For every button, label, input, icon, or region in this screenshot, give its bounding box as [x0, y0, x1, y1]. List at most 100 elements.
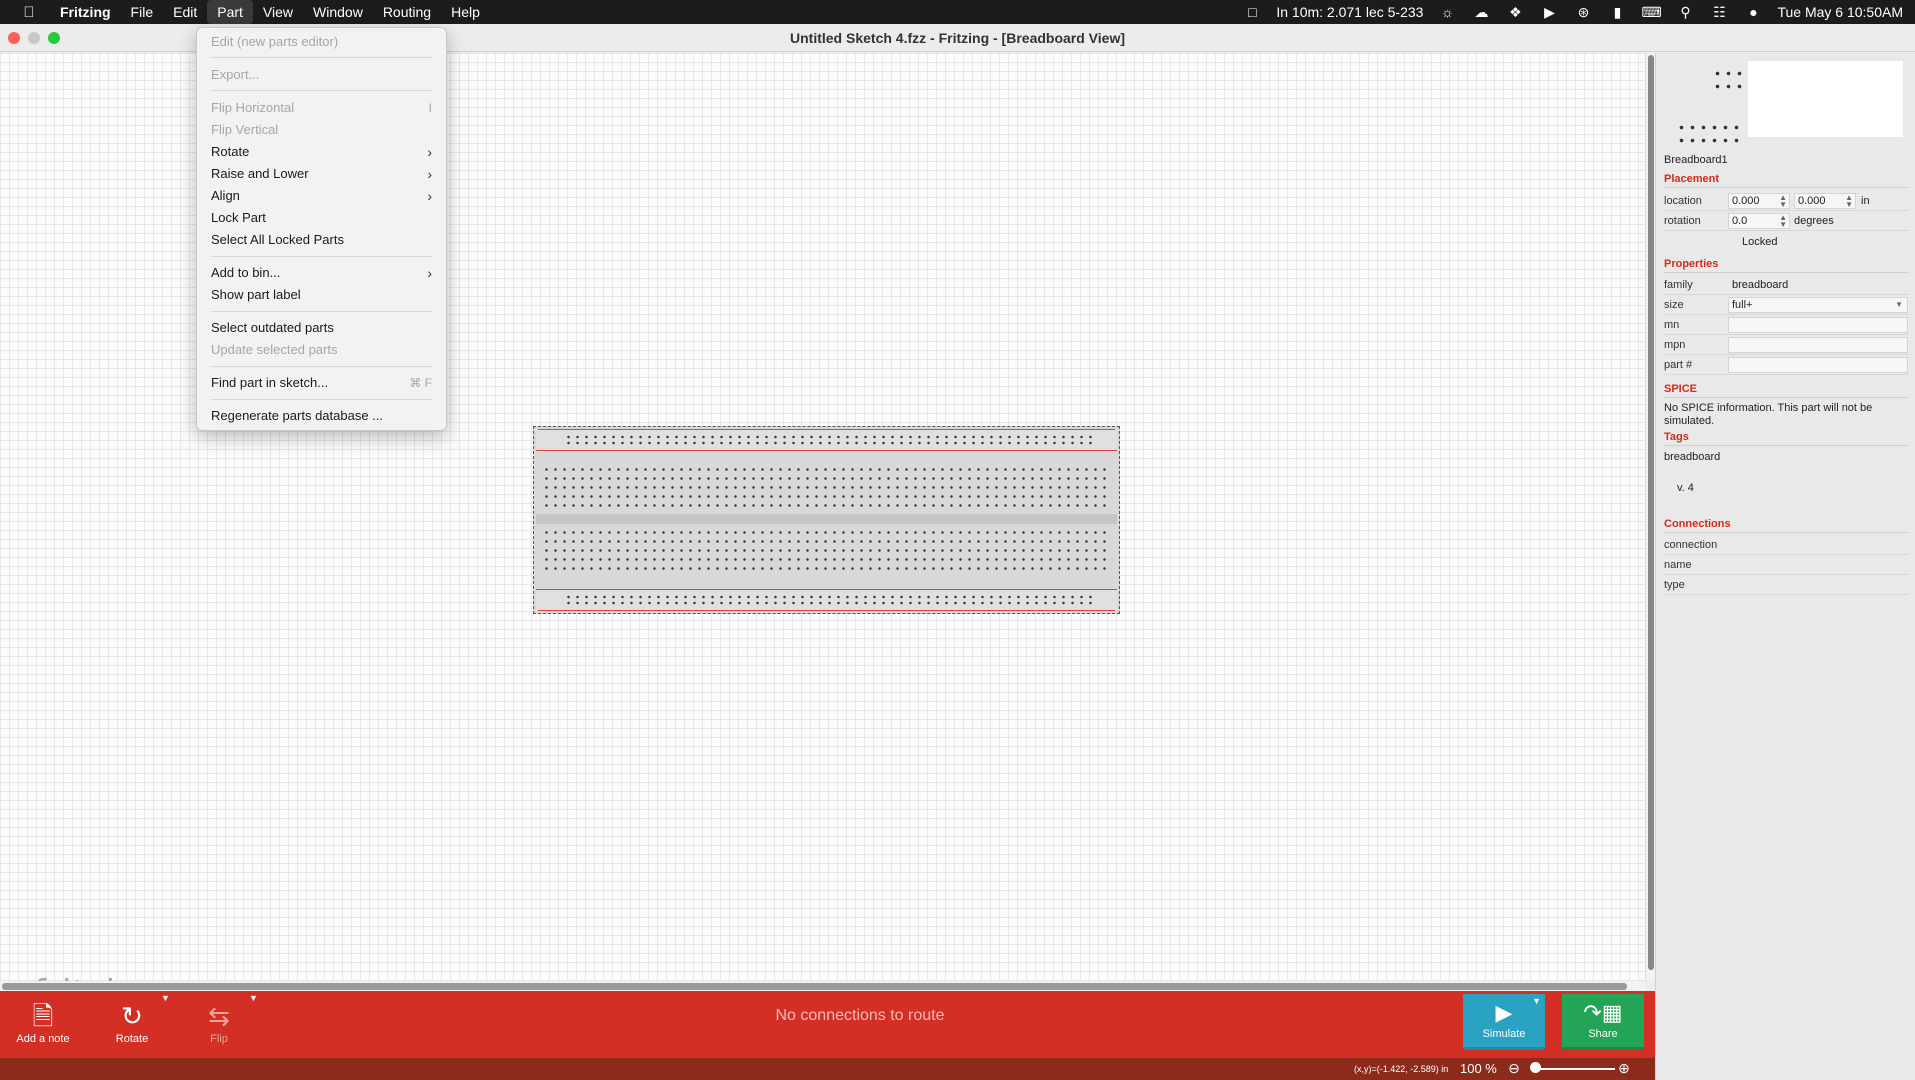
chevron-right-icon: › — [427, 188, 432, 204]
chevron-down-icon: ▼ — [1895, 300, 1903, 309]
simulate-options-caret-icon[interactable]: ▼ — [1532, 996, 1541, 1006]
zoom-out-icon[interactable]: ⊖ — [1506, 1060, 1522, 1077]
play-icon[interactable]: ▶ — [1539, 4, 1559, 21]
rotation-unit: degrees — [1794, 215, 1834, 227]
menu-edit[interactable]: Edit — [163, 0, 207, 24]
zoom-in-icon[interactable]: ⊕ — [1616, 1060, 1632, 1077]
menu-item-show-part-label[interactable]: Show part label — [211, 285, 432, 305]
routing-status: No connections to route — [775, 1007, 945, 1024]
flip-options-caret-icon[interactable]: ▼ — [249, 993, 258, 1003]
location-row: location 0.000 ▲ ▼ 0.000 ▲ ▼ in — [1664, 191, 1909, 211]
menu-item-edit-parts-editor[interactable]: Edit (new parts editor) — [211, 32, 432, 52]
menu-item-update-selected-parts[interactable]: Update selected parts — [211, 340, 432, 360]
menu-item-add-to-bin[interactable]: Add to bin... › — [211, 263, 432, 283]
properties-heading: Properties — [1664, 258, 1909, 273]
menu-separator — [211, 311, 432, 312]
search-icon[interactable]: ⚲ — [1675, 4, 1695, 21]
horizontal-scrollbar[interactable] — [0, 981, 1645, 991]
menu-item-align[interactable]: Align › — [211, 186, 432, 206]
control-center-icon[interactable]: ☷ — [1709, 4, 1729, 21]
calendar-icon[interactable]: □ — [1242, 4, 1262, 20]
connection-label: connection — [1664, 539, 1718, 551]
apple-icon[interactable]:  — [16, 4, 42, 21]
mn-row: mn — [1664, 315, 1909, 335]
rotate-button[interactable]: ↻ Rotate — [94, 997, 170, 1055]
menu-help[interactable]: Help — [441, 0, 490, 24]
menu-item-rotate[interactable]: Rotate › — [211, 142, 432, 162]
zoom-slider-knob[interactable] — [1530, 1062, 1541, 1073]
system-menu-bar:  Fritzing File Edit Part View Window Ro… — [0, 0, 1915, 24]
share-label: Share — [1588, 1028, 1618, 1040]
status-bar: (x,y)=(-1.422, -2.589) in 100 % ⊖ ⊕ — [0, 1058, 1655, 1080]
part-number-label: part # — [1664, 359, 1693, 371]
menu-item-find-part[interactable]: Find part in sketch... ⌘ F — [211, 373, 432, 393]
menu-item-regenerate-database[interactable]: Regenerate parts database ... — [211, 406, 432, 426]
family-row: family breadboard — [1664, 275, 1909, 295]
stepper-icon[interactable]: ▲ ▼ — [1779, 194, 1787, 209]
rotate-options-caret-icon[interactable]: ▼ — [161, 993, 170, 1003]
flip-button[interactable]: ⇆ Flip — [181, 997, 257, 1055]
breadboard-part[interactable] — [533, 426, 1120, 614]
status-area: □ In 10m: 2.071 lec 5-233 ☼ ☁ ❖ ▶ ⊛ ▮ ⌨ … — [1242, 0, 1903, 24]
share-button[interactable]: ↷▦ Share — [1562, 994, 1644, 1050]
size-select[interactable]: full+ ▼ — [1728, 297, 1908, 313]
simulate-button[interactable]: ▶ Simulate ▼ — [1463, 994, 1545, 1050]
vertical-scrollbar[interactable] — [1645, 53, 1655, 981]
stepper-icon[interactable]: ▲ ▼ — [1845, 194, 1853, 209]
menu-item-select-locked-parts[interactable]: Select All Locked Parts — [211, 230, 432, 250]
connection-row: connection — [1664, 535, 1909, 555]
focus-icon[interactable]: ☼ — [1437, 4, 1457, 20]
location-x-value: 0.000 — [1732, 195, 1760, 207]
mn-field[interactable] — [1728, 317, 1908, 333]
menu-item-label: Flip Horizontal — [211, 100, 295, 115]
share-icon: ↷▦ — [1583, 1000, 1623, 1025]
menu-app-name[interactable]: Fritzing — [54, 0, 121, 24]
menu-item-flip-vertical[interactable]: Flip Vertical — [211, 120, 432, 140]
zoom-level[interactable]: 100 % — [1460, 1061, 1497, 1076]
preview-holes — [1676, 121, 1744, 147]
rotate-icon: ↻ — [121, 1001, 143, 1031]
bottom-power-rail — [536, 589, 1117, 611]
rotation-field[interactable]: 0.0 ▲ ▼ — [1728, 213, 1790, 229]
add-note-button[interactable]: 🗎 Add a note — [5, 997, 81, 1055]
menu-shortcut: I — [428, 101, 432, 115]
siri-icon[interactable]: ● — [1743, 4, 1763, 20]
upcoming-event[interactable]: In 10m: 2.071 lec 5-233 — [1276, 4, 1423, 20]
terminal-holes-upper — [542, 465, 1112, 510]
rail-holes — [564, 434, 1098, 446]
menu-separator — [211, 256, 432, 257]
menu-item-raise-and-lower[interactable]: Raise and Lower › — [211, 164, 432, 184]
menu-routing[interactable]: Routing — [373, 0, 441, 24]
rotation-value: 0.0 — [1732, 215, 1748, 227]
horizontal-scroll-thumb[interactable] — [2, 983, 1627, 990]
clock[interactable]: Tue May 6 10:50AM — [1777, 4, 1903, 20]
menu-file[interactable]: File — [121, 0, 164, 24]
stepper-icon[interactable]: ▲ ▼ — [1779, 214, 1787, 229]
part-title: Breadboard1 — [1664, 154, 1728, 166]
menu-shortcut: ⌘ F — [409, 376, 432, 390]
menu-item-lock-part[interactable]: Lock Part — [211, 208, 432, 228]
preview-holes — [1712, 67, 1745, 93]
airdrop-icon[interactable]: ⊛ — [1573, 4, 1593, 21]
spice-heading: SPICE — [1664, 383, 1909, 398]
cloud-sync-icon[interactable]: ☁ — [1471, 4, 1491, 21]
dropbox-icon[interactable]: ❖ — [1505, 4, 1525, 21]
location-unit[interactable]: in — [1861, 195, 1870, 207]
locked-checkbox[interactable]: Locked — [1742, 236, 1903, 249]
menu-item-flip-horizontal[interactable]: Flip Horizontal I — [211, 98, 432, 118]
zoom-slider-track[interactable] — [1535, 1068, 1615, 1070]
menu-item-select-outdated-parts[interactable]: Select outdated parts — [211, 318, 432, 338]
add-note-label: Add a note — [16, 1033, 70, 1045]
mpn-field[interactable] — [1728, 337, 1908, 353]
chevron-right-icon: › — [427, 144, 432, 160]
vertical-scroll-thumb[interactable] — [1648, 55, 1654, 970]
battery-icon[interactable]: ▮ — [1607, 4, 1627, 21]
menu-item-export[interactable]: Export... — [211, 65, 432, 85]
location-x-field[interactable]: 0.000 ▲ ▼ — [1728, 193, 1790, 209]
menu-part[interactable]: Part — [207, 0, 253, 24]
part-number-field[interactable] — [1728, 357, 1908, 373]
location-y-field[interactable]: 0.000 ▲ ▼ — [1794, 193, 1856, 209]
menu-view[interactable]: View — [253, 0, 303, 24]
keyboard-icon[interactable]: ⌨ — [1641, 4, 1661, 21]
menu-window[interactable]: Window — [303, 0, 373, 24]
